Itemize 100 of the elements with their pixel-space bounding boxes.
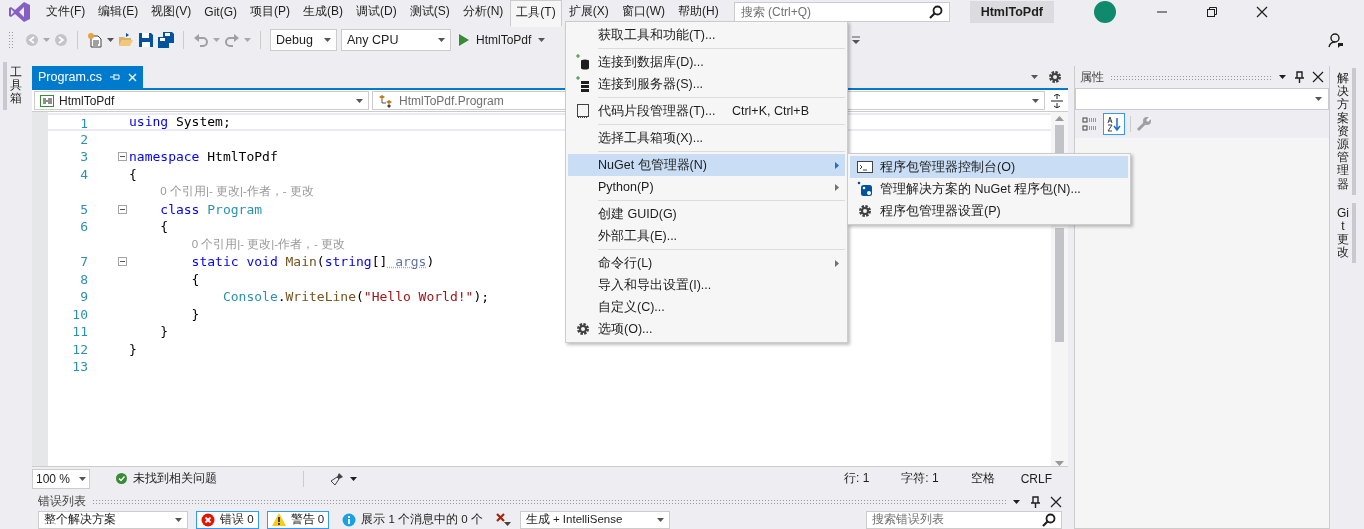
menu-item[interactable]: 调试(D) xyxy=(350,0,403,25)
code-line: { xyxy=(128,165,137,183)
side-tab[interactable]: Git 更改 xyxy=(1334,202,1356,264)
platform-dropdown[interactable]: Any CPU xyxy=(341,29,451,51)
menu-item[interactable]: 程序包管理器设置(P) xyxy=(850,200,1128,222)
filter-toggle[interactable]: 错误 0 xyxy=(196,510,259,529)
menu-item[interactable]: 项目(P) xyxy=(244,0,296,25)
menu-item[interactable]: 选项(O)... xyxy=(568,318,845,340)
menu-item[interactable]: 编辑(E) xyxy=(92,0,145,25)
menu-item[interactable]: 窗口(W) xyxy=(615,0,671,25)
menu-item[interactable]: 导入和导出设置(I)... xyxy=(568,274,845,296)
menu-item[interactable]: 生成(B) xyxy=(297,0,349,25)
sort-alphabetical-icon[interactable] xyxy=(1106,116,1122,132)
line-number: 8 xyxy=(79,270,88,288)
clear-filter-icon[interactable] xyxy=(495,512,512,527)
restore-icon[interactable] xyxy=(1205,6,1218,18)
server-icon xyxy=(576,76,590,92)
database-icon xyxy=(576,54,590,70)
line-number: 10 xyxy=(71,305,88,323)
line-ending[interactable]: CRLF xyxy=(1020,471,1052,486)
caret-icon xyxy=(107,38,114,42)
menu-item[interactable]: 测试(S) xyxy=(403,0,456,25)
search-icon xyxy=(928,5,943,19)
toolbar-overflow-icon[interactable] xyxy=(852,36,861,44)
pin-icon[interactable] xyxy=(1294,71,1304,83)
save-all-icon[interactable] xyxy=(158,32,174,48)
terminal-icon xyxy=(857,160,873,174)
menu-item[interactable]: 选择工具箱项(X)... xyxy=(568,127,845,149)
menu-item[interactable]: 获取工具和功能(T)... xyxy=(568,24,845,46)
cursor-column[interactable]: 字符: 1 xyxy=(901,470,939,487)
configuration-dropdown[interactable]: Debug xyxy=(270,29,337,51)
menu-item[interactable]: 自定义(C)... xyxy=(568,296,845,318)
error-search-field[interactable]: 搜索错误列表 xyxy=(866,510,1062,529)
start-button[interactable]: HtmlToPdf xyxy=(455,33,550,47)
menu-item[interactable]: Git(G) xyxy=(198,0,243,24)
code-line: class Program xyxy=(159,200,263,218)
caret-icon xyxy=(1315,97,1322,101)
code-line: static void Main(string[] args) xyxy=(190,253,435,271)
caret-icon xyxy=(213,38,220,42)
code-file-icon xyxy=(40,94,54,107)
line-number: 2 xyxy=(79,130,88,148)
pin-icon[interactable] xyxy=(1030,495,1040,508)
fold-toggle[interactable] xyxy=(118,152,127,162)
brush-icon[interactable] xyxy=(330,471,344,486)
menu-item[interactable]: 创建 GUID(G) xyxy=(568,203,845,225)
project-dropdown[interactable]: HtmlToPdf xyxy=(34,91,369,110)
caret-icon xyxy=(324,38,331,42)
menu-item[interactable]: 连接到服务器(S)... xyxy=(568,73,845,95)
scroll-up-icon[interactable] xyxy=(1055,116,1064,121)
menu-item[interactable]: 工具(T) xyxy=(510,0,562,27)
scrollbar-thumb[interactable] xyxy=(1055,125,1064,154)
code-line: { xyxy=(190,270,200,288)
gear-icon[interactable] xyxy=(858,204,872,218)
menu-item[interactable]: NuGet 包管理器(N) xyxy=(568,154,845,176)
menu-item[interactable]: 外部工具(E)... xyxy=(568,225,845,247)
scrollbar-thumb[interactable] xyxy=(1055,228,1064,342)
new-project-icon[interactable] xyxy=(87,32,103,48)
menu-item[interactable]: 管理解决方案的 NuGet 程序包(N)... xyxy=(850,178,1128,200)
whitespace-mode[interactable]: 空格 xyxy=(970,470,995,487)
close-icon[interactable] xyxy=(1312,71,1324,83)
snippet-icon xyxy=(577,104,589,118)
cursor-line[interactable]: 行: 1 xyxy=(843,470,870,487)
caret-icon xyxy=(1013,499,1020,504)
fold-toggle[interactable] xyxy=(118,204,127,214)
menu-item[interactable]: 文件(F) xyxy=(40,0,92,25)
menu-item[interactable]: Python(P) xyxy=(568,176,845,198)
close-icon[interactable] xyxy=(1050,495,1062,508)
gear-icon[interactable] xyxy=(1048,70,1062,84)
menu-item[interactable]: 帮助(H) xyxy=(672,0,725,25)
line-number: 9 xyxy=(79,288,88,306)
menu-item[interactable]: 分析(N) xyxy=(456,0,510,25)
menu-item[interactable]: 扩展(X) xyxy=(562,0,615,25)
side-tab[interactable]: 解决方案资源管理器 xyxy=(1334,68,1356,195)
menu-item[interactable]: 视图(V) xyxy=(145,0,198,25)
filter-toggle[interactable]: 警告 0 xyxy=(266,510,330,529)
caret-icon xyxy=(1032,98,1039,103)
fold-toggle[interactable] xyxy=(118,257,127,267)
play-icon[interactable] xyxy=(459,34,469,46)
close-icon[interactable] xyxy=(1255,6,1268,18)
line-number: 3 xyxy=(79,148,88,166)
menu-item[interactable]: 代码片段管理器(T)... Ctrl+K, Ctrl+B xyxy=(568,100,845,122)
split-icon[interactable] xyxy=(1051,93,1063,108)
panel-title: 错误列表 xyxy=(38,493,86,510)
search-field[interactable]: 搜索 (Ctrl+Q) xyxy=(733,2,950,22)
dropdown-text: HtmlToPdf xyxy=(59,93,115,108)
menu-item[interactable]: 连接到数据库(D)... xyxy=(568,51,845,73)
issues-status: 未找到相关问题 xyxy=(133,470,217,487)
menu-item[interactable]: 程序包管理器控制台(O) xyxy=(850,156,1128,178)
zoom-dropdown[interactable]: 100 % xyxy=(32,468,90,489)
avatar[interactable] xyxy=(1093,1,1116,23)
save-icon[interactable] xyxy=(138,32,154,48)
check-circle-icon xyxy=(116,473,127,484)
gear-icon[interactable] xyxy=(576,322,590,336)
side-tab[interactable]: 工具箱 xyxy=(3,62,25,110)
scope-dropdown[interactable]: 整个解决方案 xyxy=(38,510,188,529)
filter-toggle[interactable]: 展示 1 个消息中的 0 个 xyxy=(337,510,488,529)
feedback-icon[interactable] xyxy=(1328,32,1344,48)
menu-item[interactable]: 命令行(L) xyxy=(568,252,845,274)
source-dropdown[interactable]: 生成 + IntelliSense xyxy=(519,510,670,529)
categorized-icon[interactable] xyxy=(1082,116,1098,132)
